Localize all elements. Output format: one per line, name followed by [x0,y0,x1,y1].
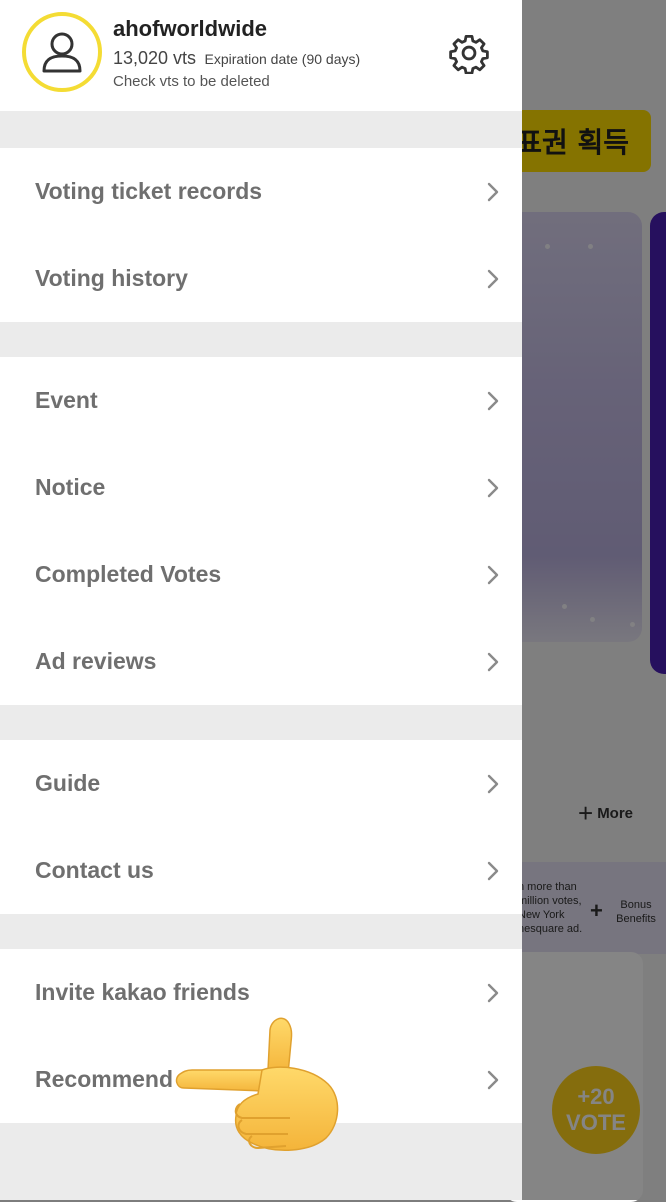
menu-item-label: Event [35,387,98,413]
menu-group-info: Event Notice Completed Votes Ad reviews [0,357,522,705]
chevron-right-icon [487,983,499,1002]
gear-icon[interactable] [448,32,490,74]
profile-header: ahofworldwide 13,020 vts Expiration date… [0,0,522,111]
menu-item-label: Recommend [35,1066,174,1092]
vts-expiration: Expiration date (90 days) [204,51,361,67]
chevron-right-icon [487,861,499,880]
menu-item-notice[interactable]: Notice [0,444,522,531]
chevron-right-icon [487,1070,499,1089]
pointing-hand-icon [175,1017,339,1151]
menu-group-voting: Voting ticket records Voting history [0,148,522,322]
menu-item-label: Completed Votes [35,561,222,587]
menu-item-guide[interactable]: Guide [0,740,522,827]
chevron-right-icon [487,652,499,671]
menu-item-label: Contact us [35,857,154,883]
menu-item-ad-reviews[interactable]: Ad reviews [0,618,522,705]
menu-item-label: Invite kakao friends [35,979,250,1005]
avatar[interactable] [22,12,102,92]
chevron-right-icon [487,391,499,410]
menu-item-event[interactable]: Event [0,357,522,444]
username: ahofworldwide [113,16,267,41]
menu-item-contact-us[interactable]: Contact us [0,827,522,914]
menu-item-label: Notice [35,474,106,500]
menu-item-label: Guide [35,770,101,796]
chevron-right-icon [487,774,499,793]
chevron-right-icon [487,269,499,288]
chevron-right-icon [487,565,499,584]
vts-balance: 13,020 vts [113,48,197,68]
vts-row: 13,020 vts Expiration date (90 days) [113,48,360,69]
menu-item-voting-history[interactable]: Voting history [0,235,522,322]
menu-group-help: Guide Contact us [0,740,522,914]
chevron-right-icon [487,478,499,497]
chevron-right-icon [487,182,499,201]
menu-item-completed-votes[interactable]: Completed Votes [0,531,522,618]
menu-item-label: Ad reviews [35,648,157,674]
menu-item-label: Voting history [35,265,188,291]
check-vts-link[interactable]: Check vts to be deleted [113,73,270,90]
menu-item-voting-ticket-records[interactable]: Voting ticket records [0,148,522,235]
menu-item-label: Voting ticket records [35,178,263,204]
user-outline-icon [42,32,82,73]
